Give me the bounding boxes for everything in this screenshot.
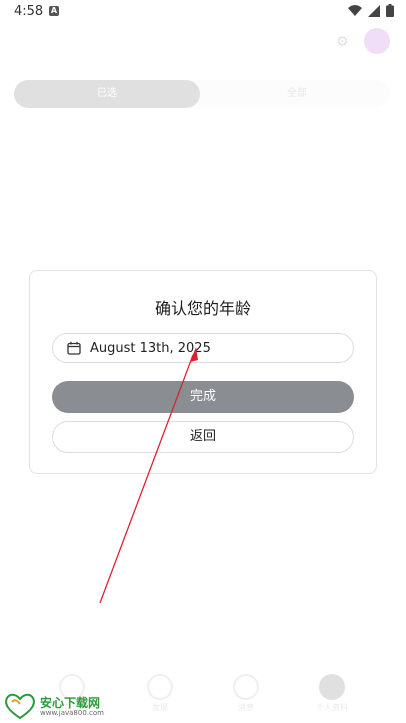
heart-logo-icon <box>5 693 35 720</box>
watermark-logo: 安心下载网 www.java800.com <box>4 692 114 720</box>
watermark-url: www.java800.com <box>40 709 104 717</box>
annotation-arrow <box>99 347 198 604</box>
